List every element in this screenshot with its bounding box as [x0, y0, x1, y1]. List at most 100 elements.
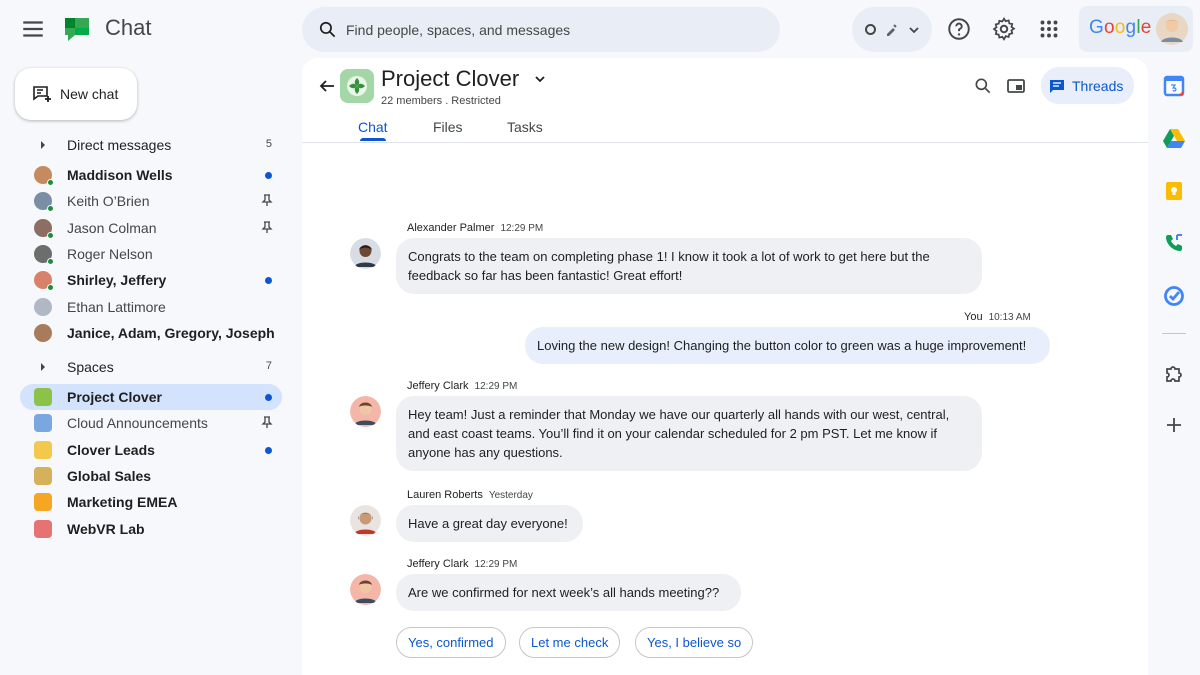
- main-menu-icon[interactable]: [20, 16, 46, 42]
- caret-right-icon: [38, 140, 48, 150]
- sidebar-space-clover-leads[interactable]: Clover Leads: [20, 437, 282, 463]
- message-time: Yesterday: [488, 490, 533, 501]
- sidebar-space-cloud-announcements[interactable]: Cloud Announcements: [20, 410, 282, 436]
- add-icon[interactable]: [1163, 414, 1185, 436]
- sidebar-dm-jason-colman[interactable]: Jason Colman: [20, 215, 282, 241]
- unread-dot: [265, 446, 272, 454]
- settings-gear-icon[interactable]: [991, 16, 1017, 42]
- space-icon: [34, 493, 52, 512]
- sidebar-dm-ethan-lattimore[interactable]: Ethan Lattimore: [20, 294, 282, 320]
- smart-reply-let-me-check[interactable]: Let me check: [519, 627, 621, 658]
- keep-icon[interactable]: [1163, 180, 1185, 202]
- search-in-space-icon[interactable]: [973, 76, 993, 96]
- header-divider: [302, 142, 1148, 143]
- tab-tasks[interactable]: Tasks: [507, 119, 543, 135]
- smart-reply-yes-confirmed[interactable]: Yes, confirmed: [396, 627, 506, 658]
- message-bubble: Hey team! Just a reminder that Monday we…: [396, 396, 982, 471]
- sidebar-item-label: Global Sales: [67, 467, 152, 484]
- phone-icon[interactable]: [1163, 232, 1185, 254]
- account-switcher[interactable]: Google: [1079, 6, 1193, 52]
- space-icon: [34, 440, 52, 459]
- caret-right-icon: [38, 362, 48, 372]
- message-sender: Jeffery Clark 12:29 PM: [407, 558, 518, 570]
- tab-chat[interactable]: Chat: [358, 119, 388, 135]
- tab-files[interactable]: Files: [433, 119, 463, 135]
- message-time: 12:29 PM: [474, 559, 518, 570]
- chat-logo-icon: [62, 14, 92, 44]
- status-selector[interactable]: [852, 7, 932, 52]
- sidebar-item-label: Roger Nelson: [67, 245, 153, 262]
- section-count: 7: [265, 360, 272, 372]
- sidebar-dm-keith-o-brien[interactable]: Keith O’Brien: [20, 188, 282, 214]
- threads-button[interactable]: Threads: [1041, 67, 1134, 104]
- message-sender: Lauren Roberts Yesterday: [407, 489, 533, 501]
- space-title[interactable]: Project Clover: [381, 66, 519, 92]
- help-icon[interactable]: [946, 16, 972, 42]
- message-sender: You 10:13 AM: [964, 311, 1031, 323]
- avatar: [34, 297, 52, 316]
- online-status-indicator: [47, 231, 54, 239]
- sidebar-dm-maddison-wells[interactable]: Maddison Wells: [20, 162, 282, 188]
- direct-messages-header[interactable]: Direct messages 5: [20, 133, 280, 157]
- smart-reply-yes-i-believe-so[interactable]: Yes, I believe so: [635, 627, 754, 658]
- picture-in-picture-icon[interactable]: [1006, 76, 1026, 96]
- status-ring-icon: [865, 24, 876, 35]
- sidebar-space-project-clover[interactable]: Project Clover: [20, 384, 282, 410]
- online-status-indicator: [47, 257, 54, 265]
- chevron-down-icon[interactable]: [533, 72, 547, 86]
- sidebar-dm-shirley-jeffery[interactable]: Shirley, Jeffery: [20, 267, 282, 293]
- message-bubble: Are we confirmed for next week’s all han…: [396, 574, 741, 611]
- new-chat-button[interactable]: New chat: [15, 68, 137, 120]
- section-label: Direct messages: [67, 137, 172, 153]
- sidebar-space-global-sales[interactable]: Global Sales: [20, 463, 282, 489]
- space-icon: [34, 466, 52, 485]
- threads-icon: [1049, 78, 1065, 94]
- sidebar-dm-roger-nelson[interactable]: Roger Nelson: [20, 241, 282, 267]
- sidebar-item-label: Maddison Wells: [67, 167, 173, 183]
- sidebar-space-webvr-lab[interactable]: WebVR Lab: [20, 516, 282, 542]
- search-bar[interactable]: [302, 7, 780, 52]
- search-input[interactable]: [346, 7, 766, 52]
- user-avatar[interactable]: [1156, 13, 1188, 45]
- sidebar-space-marketing-emea[interactable]: Marketing EMEA: [20, 489, 282, 515]
- avatar[interactable]: [350, 574, 381, 605]
- online-status-indicator: [47, 179, 54, 186]
- apps-grid-icon[interactable]: [1036, 16, 1062, 42]
- message-time: 12:29 PM: [500, 223, 544, 234]
- avatar[interactable]: [350, 396, 381, 427]
- tasks-icon[interactable]: [1163, 285, 1185, 307]
- do-not-disturb-icon: [884, 21, 900, 37]
- sidebar-dm-janice-adam-gregory-joseph[interactable]: Janice, Adam, Gregory, Joseph: [20, 320, 282, 346]
- space-avatar: [340, 69, 374, 103]
- spaces-header[interactable]: Spaces 7: [20, 355, 280, 379]
- section-label: Spaces: [67, 359, 114, 375]
- sidebar-item-label: Shirley, Jeffery: [67, 272, 167, 289]
- top-bar: Chat Google: [0, 0, 1200, 58]
- pin-icon[interactable]: [260, 193, 274, 207]
- sidebar-item-label: Jason Colman: [67, 219, 157, 236]
- unread-dot: [265, 394, 272, 401]
- message-bubble: Congrats to the team on completing phase…: [396, 238, 982, 294]
- avatar: [34, 323, 52, 342]
- rail-divider: [1162, 333, 1186, 334]
- sidebar-item-label: Cloud Announcements: [67, 415, 208, 432]
- sidebar-item-label: Clover Leads: [67, 441, 155, 458]
- active-tab-indicator: [360, 138, 386, 141]
- avatar[interactable]: [350, 505, 381, 536]
- back-arrow-icon[interactable]: [318, 77, 336, 95]
- space-icon: [34, 388, 52, 406]
- add-ons-puzzle-icon[interactable]: [1163, 362, 1185, 384]
- sidebar-item-label: WebVR Lab: [67, 520, 145, 537]
- pin-icon[interactable]: [260, 415, 274, 429]
- app-title: Chat: [105, 15, 152, 40]
- pin-icon[interactable]: [260, 220, 274, 234]
- drive-icon[interactable]: [1163, 127, 1185, 149]
- online-status-indicator: [47, 205, 54, 213]
- avatar[interactable]: [350, 238, 381, 269]
- calendar-icon[interactable]: [1163, 75, 1185, 97]
- message-time: 10:13 AM: [988, 312, 1031, 323]
- sidebar-item-label: Janice, Adam, Gregory, Joseph: [67, 324, 275, 341]
- section-count: 5: [265, 138, 272, 150]
- message-time: 12:29 PM: [474, 381, 518, 392]
- conversation-panel: Project Clover 22 members . Restricted T…: [302, 58, 1148, 675]
